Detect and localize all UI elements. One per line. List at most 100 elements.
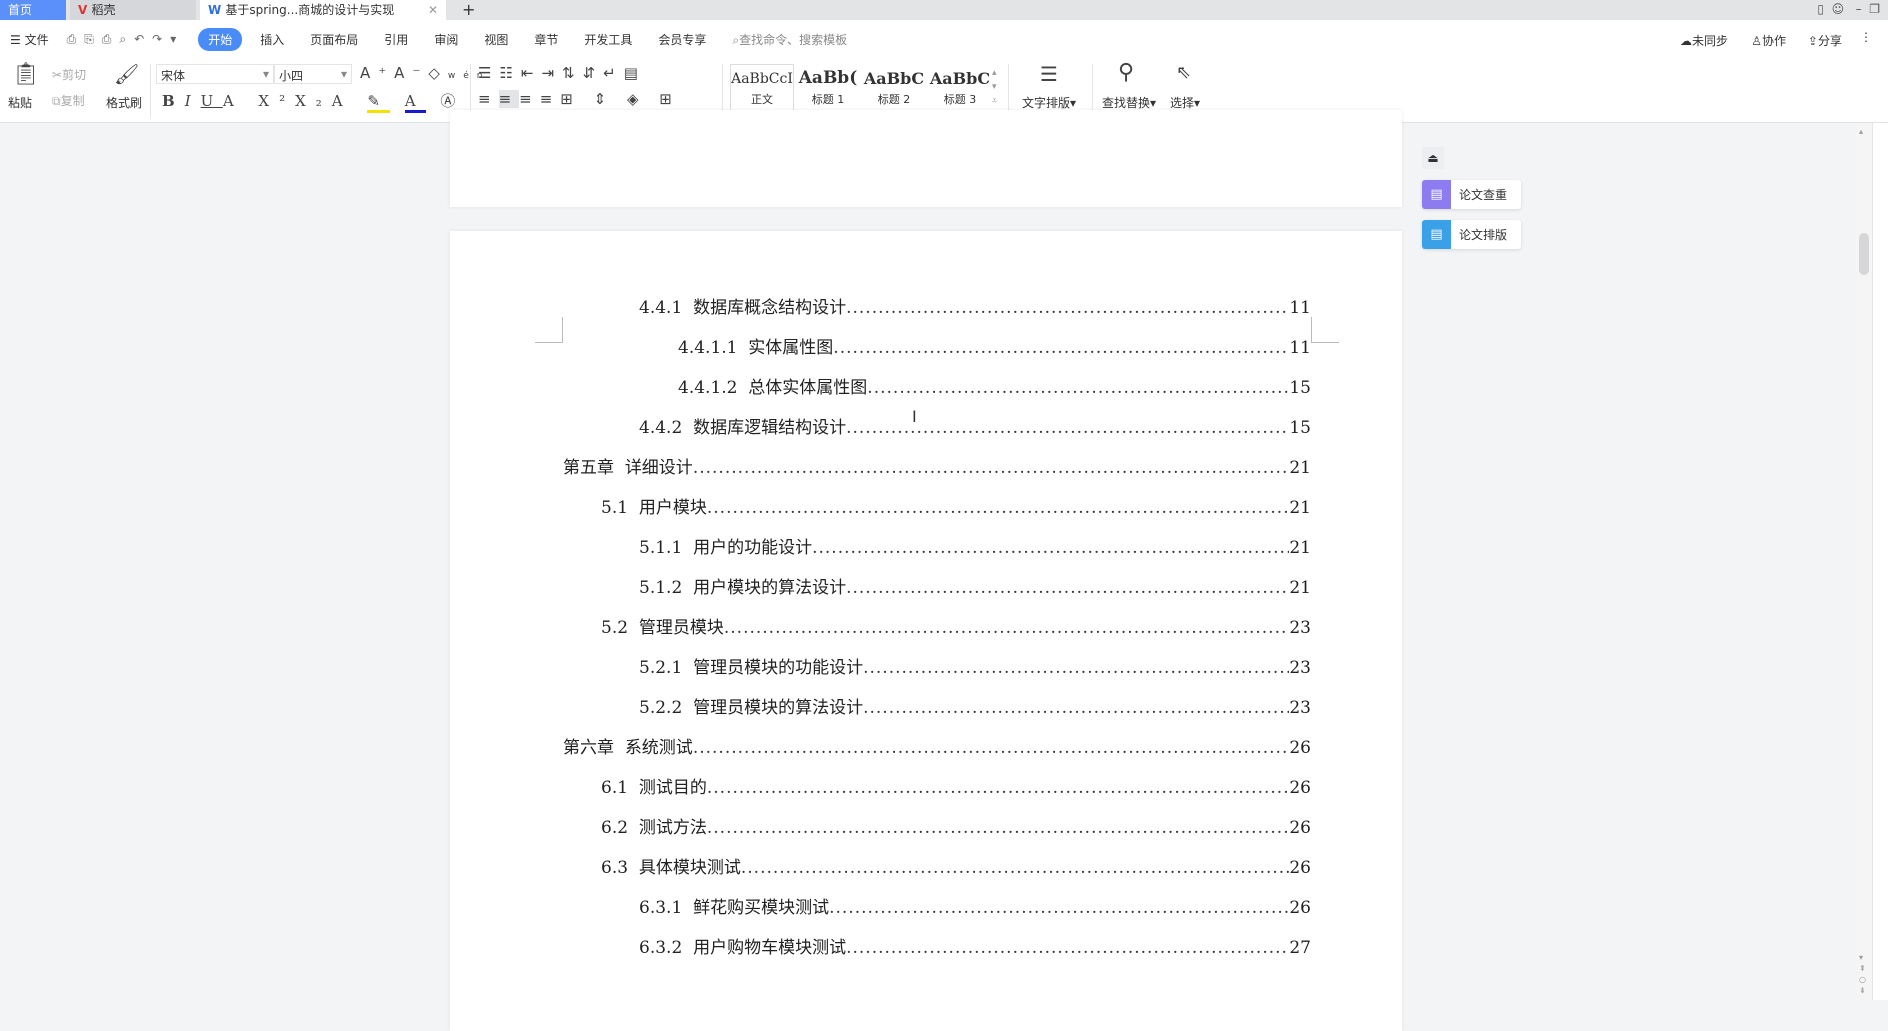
user-icon: ♙ <box>1751 34 1762 48</box>
tab-references[interactable]: 引用 <box>384 31 408 48</box>
align-buttons[interactable]: ≡≡≡≡⊞ ⇕ ◈ ⊞ <box>478 90 680 108</box>
share-icon: ⇪ <box>1807 34 1818 48</box>
toc-entry[interactable]: 5.2 管理员模块...............................… <box>601 613 1311 638</box>
toc-page-number: 26 <box>1289 818 1311 838</box>
tab-chapter[interactable]: 章节 <box>534 31 558 48</box>
scrollbar-thumb[interactable] <box>1859 233 1869 275</box>
sync-button[interactable]: ☁未同步 <box>1680 32 1728 49</box>
toc-entry[interactable]: 4.4.2 数据库逻辑结构设计.........................… <box>639 413 1311 438</box>
text-layout-button[interactable]: 文字排版▾ <box>1022 94 1076 111</box>
toc-entry-title: 第六章 系统测试 <box>563 738 693 758</box>
select-button[interactable]: 选择▾ <box>1170 94 1200 111</box>
style-normal[interactable]: AaBbCcI 正文 <box>730 64 794 114</box>
copy-label: 复制 <box>60 94 85 108</box>
paper-check-button[interactable]: ▤ 论文查重 <box>1422 180 1521 209</box>
tab-review[interactable]: 审阅 <box>434 31 458 48</box>
share-label: 分享 <box>1817 34 1842 48</box>
style-preview: AaBbCcI <box>731 71 793 87</box>
cut-button[interactable]: ✂剪切 <box>52 66 86 83</box>
paper-layout-button[interactable]: ▤ 论文排版 <box>1422 220 1521 249</box>
new-tab-button[interactable]: + <box>454 0 475 20</box>
find-replace-button[interactable]: 查找替换▾ <box>1102 94 1156 111</box>
paper-layout-icon: ▤ <box>1422 220 1451 249</box>
share-button[interactable]: ⇪分享 <box>1808 32 1842 49</box>
toc-entry[interactable]: 4.4.1.1 实体属性图...........................… <box>678 333 1311 358</box>
toc-leader-dots: ........................................… <box>692 458 1290 478</box>
tab-home[interactable]: 首页 <box>0 0 66 20</box>
font-size-select[interactable]: 小四 ▾ <box>274 64 352 84</box>
tab-view[interactable]: 视图 <box>484 31 508 48</box>
toc-entry-title: 4.4.1.2 总体实体属性图 <box>678 378 868 398</box>
toc-entry[interactable]: 5.2.2 管理员模块的算法设计........................… <box>639 693 1311 718</box>
toc-entry[interactable]: 6.2 测试方法................................… <box>601 813 1311 838</box>
toc-entry-title: 4.4.1 数据库概念结构设计 <box>639 298 847 318</box>
search-placeholder: 查找命令、搜索模板 <box>739 32 848 47</box>
toc-entry[interactable]: 第六章 系统测试................................… <box>563 733 1311 758</box>
quick-access-toolbar[interactable]: ⎙⎘⎙⌕↶↷▾ <box>67 32 185 47</box>
toc-page-number: 23 <box>1289 658 1311 678</box>
size-value: 小四 <box>279 69 304 83</box>
find-replace-label: 查找替换 <box>1102 96 1151 110</box>
toc-leader-dots: ........................................… <box>833 338 1290 358</box>
tab-start[interactable]: 开始 <box>198 27 243 51</box>
vertical-scrollbar[interactable]: ▴ ▾ ⇞ ○ ⇟ <box>1856 123 1872 1000</box>
format-painter-icon[interactable]: 🖌︎ <box>114 62 139 86</box>
toc-entry[interactable]: 5.1 用户模块................................… <box>601 493 1311 518</box>
style-label: 标题 1 <box>811 93 845 106</box>
toc-page-number: 26 <box>1289 738 1311 758</box>
collab-button[interactable]: ♙协作 <box>1751 32 1786 49</box>
tab-insert[interactable]: 插入 <box>260 31 284 48</box>
style-heading-3[interactable]: AaBbC 标题 3 <box>928 64 992 114</box>
collapse-panel-button[interactable]: ⏏ <box>1422 147 1444 169</box>
toc-entry[interactable]: 6.3.2 用户购物车模块测试.........................… <box>639 933 1311 958</box>
toc-entry[interactable]: 5.1.1 用户的功能设计...........................… <box>639 533 1311 558</box>
select-label: 选择 <box>1170 96 1195 110</box>
scroll-up-icon[interactable]: ▴ <box>1859 127 1863 136</box>
toc-entry[interactable]: 5.2.1 管理员模块的功能设计........................… <box>639 653 1311 678</box>
toc-entry[interactable]: 5.1.2 用户模块的算法设计.........................… <box>639 573 1311 598</box>
toc-page-number: 21 <box>1289 538 1311 558</box>
font-format-buttons[interactable]: BIUA X²X₂A ✎ A Ⓐ <box>162 90 465 113</box>
collab-label: 协作 <box>1761 34 1786 48</box>
toc-entry[interactable]: 6.3.1 鲜花购买模块测试..........................… <box>639 893 1311 918</box>
toc-entry-title: 5.2 管理员模块 <box>601 618 724 638</box>
paper-check-label: 论文查重 <box>1459 188 1508 202</box>
style-heading-1[interactable]: AaBb(标题 1 <box>796 64 860 114</box>
window-controls[interactable]: ▯ ☺ – ❐ <box>1817 2 1880 16</box>
style-heading-2[interactable]: AaBbC 标题 2 <box>862 64 926 114</box>
close-icon[interactable]: ✕ <box>428 0 438 20</box>
toc-entry[interactable]: 4.4.1.2 总体实体属性图.........................… <box>678 373 1311 398</box>
divider <box>150 64 151 118</box>
tab-developer[interactable]: 开发工具 <box>584 31 632 48</box>
tab-docer[interactable]: ᐯ 稻壳 <box>70 0 196 20</box>
toc-leader-dots: ........................................… <box>846 938 1290 958</box>
toc-entry[interactable]: 第五章 详细设计................................… <box>563 453 1311 478</box>
toc-entry-title: 第五章 详细设计 <box>563 458 693 478</box>
text-layout-icon: ☰ <box>1040 62 1058 86</box>
toc-entry[interactable]: 6.1 测试目的................................… <box>601 773 1311 798</box>
text-cursor-icon: I <box>912 407 917 426</box>
font-name-select[interactable]: 宋体 ▾ <box>156 64 274 84</box>
tab-layout[interactable]: 页面布局 <box>310 31 358 48</box>
page-nav-icons[interactable]: ▾ ⇞ ○ ⇟ <box>1859 952 1866 996</box>
file-menu[interactable]: ☰ 文件 <box>10 31 49 48</box>
format-painter-button[interactable]: 格式刷 <box>106 94 142 111</box>
tab-member[interactable]: 会员专享 <box>658 31 706 48</box>
paragraph-buttons[interactable]: ☰☷⇤⇥⇅⇵↵▤ <box>478 64 646 82</box>
menu-bar: ☰ 文件 ⎙⎘⎙⌕↶↷▾ 开始 插入 页面布局 引用 审阅 视图 章节 开发工具… <box>0 20 1888 58</box>
copy-button[interactable]: ⧉复制 <box>52 92 85 109</box>
document-page[interactable]: 4.4.1 数据库概念结构设计.........................… <box>450 231 1402 1031</box>
toc-entry[interactable]: 4.4.1 数据库概念结构设计.........................… <box>639 293 1311 318</box>
document-page-previous <box>450 110 1402 207</box>
style-scroll-arrows[interactable]: ▴ ▾ ⩡ <box>992 66 997 108</box>
toc-leader-dots: ........................................… <box>846 578 1290 598</box>
toc-entry[interactable]: 6.3 具体模块测试..............................… <box>601 853 1311 878</box>
magnifier-icon: ⚲ <box>1118 60 1135 85</box>
more-icon[interactable]: ⋮ <box>1860 30 1872 44</box>
toc-entry-title: 4.4.1.1 实体属性图 <box>678 338 834 358</box>
tab-document[interactable]: W 基于spring...商城的设计与实现 ✕ <box>200 0 446 20</box>
command-search[interactable]: ⌕查找命令、搜索模板 <box>732 31 847 48</box>
paste-button[interactable]: 粘贴 <box>8 94 32 111</box>
paste-icon[interactable]: 📋︎ <box>12 62 40 87</box>
style-label: 标题 3 <box>943 93 977 106</box>
